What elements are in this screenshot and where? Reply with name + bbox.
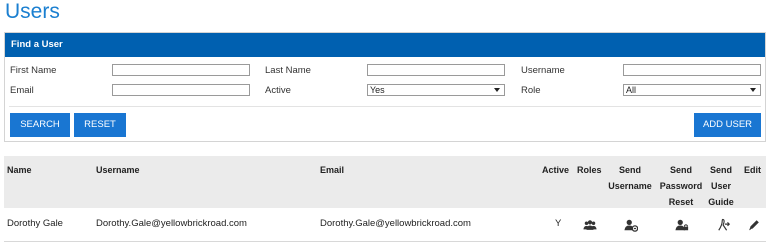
col-edit: Edit — [744, 165, 761, 175]
page-title: Users — [5, 0, 60, 23]
username-input[interactable] — [623, 64, 761, 76]
col-send-user-guide: Send User Guide — [704, 162, 738, 210]
active-label: Active — [265, 85, 291, 96]
role-select[interactable]: All — [623, 84, 761, 96]
first-name-label: First Name — [10, 65, 57, 76]
search-button[interactable]: SEARCH — [10, 113, 70, 137]
cell-active: Y — [555, 218, 562, 229]
role-select-value: All — [626, 85, 637, 95]
find-user-panel: Find a User First Name Last Name Usernam… — [4, 32, 766, 142]
username-label: Username — [521, 65, 565, 76]
active-select[interactable]: Yes — [367, 84, 505, 96]
cell-email: Dorothy.Gale@yellowbrickroad.com — [320, 218, 471, 229]
roles-icon[interactable] — [583, 218, 597, 232]
col-send-username-line: Username — [608, 181, 652, 191]
cell-username: Dorothy.Gale@yellowbrickroad.com — [96, 218, 247, 229]
col-send-user-guide-line: Send — [709, 165, 732, 175]
col-send-username: Send Username — [604, 162, 656, 194]
col-send-username-line: Send — [618, 165, 641, 175]
find-user-header: Find a User — [5, 33, 765, 57]
active-select-value: Yes — [370, 85, 385, 95]
table-header: Name Username Email Active Roles Send Us… — [4, 156, 766, 208]
col-email: Email — [320, 165, 345, 175]
last-name-input[interactable] — [367, 64, 505, 76]
chevron-down-icon — [750, 88, 756, 92]
col-name: Name — [7, 165, 32, 175]
col-send-user-guide-line: User — [710, 181, 731, 191]
chevron-down-icon — [494, 88, 500, 92]
col-username: Username — [96, 165, 140, 175]
col-roles: Roles — [577, 165, 602, 175]
edit-icon[interactable] — [747, 218, 761, 232]
col-send-password-reset: Send Password Reset — [656, 162, 706, 210]
table-row: Dorothy Gale Dorothy.Gale@yellowbrickroa… — [4, 208, 766, 242]
col-send-password-reset-line: Send — [669, 165, 692, 175]
add-user-button[interactable]: ADD USER — [694, 113, 761, 137]
role-label: Role — [521, 85, 541, 96]
send-username-icon[interactable] — [624, 218, 638, 232]
email-label: Email — [10, 85, 34, 96]
email-input[interactable] — [112, 84, 250, 96]
col-active: Active — [542, 165, 570, 175]
panel-divider — [9, 106, 761, 107]
reset-button[interactable]: RESET — [74, 113, 126, 137]
cell-name: Dorothy Gale — [7, 218, 63, 229]
col-send-password-reset-line: Password — [659, 181, 703, 191]
send-user-guide-icon[interactable] — [717, 218, 731, 232]
send-password-reset-icon[interactable] — [675, 218, 689, 232]
first-name-input[interactable] — [112, 64, 250, 76]
last-name-label: Last Name — [265, 65, 311, 76]
